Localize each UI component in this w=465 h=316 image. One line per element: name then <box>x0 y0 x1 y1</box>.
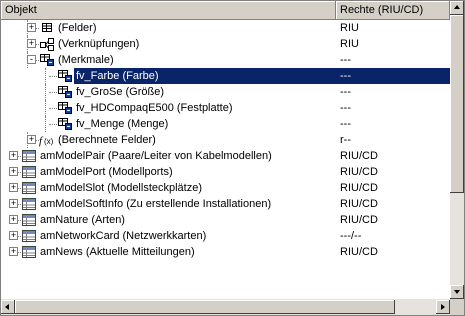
tree-row-label[interactable]: amModelPort (Modellports) <box>38 164 175 180</box>
collapse-icon[interactable]: - <box>27 55 36 64</box>
tree-row[interactable]: + amNews (Aktuelle Mitteilungen) RIU/CD <box>1 244 450 260</box>
tree-row-label[interactable]: amModelSoftInfo (Zu erstellende Installa… <box>38 196 273 212</box>
feature-value-icon <box>57 69 73 83</box>
tree-row[interactable]: fv_Farbe (Farbe) --- <box>1 68 450 84</box>
table-icon <box>21 165 37 179</box>
tree-row-rights: r-- <box>340 134 351 146</box>
tree-connector-line <box>49 124 57 125</box>
tree-row-label[interactable]: amModelSlot (Modellsteckplätze) <box>38 180 204 196</box>
tree-row[interactable]: + amNature (Arten) RIU/CD <box>1 212 450 228</box>
tree-row[interactable]: + (Verknüpfungen) RIU <box>1 36 450 52</box>
tree-row-label[interactable]: fv_Menge (Menge) <box>74 116 170 132</box>
tree-row-label[interactable]: amModelPair (Paare/Leiter von Kabelmodel… <box>38 148 274 164</box>
tree-row-label[interactable]: amNews (Aktuelle Mitteilungen) <box>38 244 197 260</box>
tree-row[interactable]: fv_HDCompaqE500 (Festplatte) --- <box>1 100 450 116</box>
scroll-right-button[interactable] <box>436 300 450 314</box>
expand-icon[interactable]: + <box>27 23 36 32</box>
tree-row-label[interactable]: fv_Farbe (Farbe) <box>74 68 340 84</box>
tree-row[interactable]: + amModelSoftInfo (Zu erstellende Install… <box>1 196 450 212</box>
tree-connector-line <box>45 100 46 116</box>
tree-row-label[interactable]: amNetworkCard (Netzwerkkarten) <box>38 228 208 244</box>
expand-icon[interactable]: + <box>9 215 18 224</box>
tree-row[interactable]: + amModelPair (Paare/Leiter von Kabelmode… <box>1 148 450 164</box>
tree-row-label[interactable]: amNature (Arten) <box>38 212 127 228</box>
tree-row[interactable]: + amModelSlot (Modellsteckplätze) RIU/CD <box>1 180 450 196</box>
selection-highlight <box>336 68 450 84</box>
column-header-object[interactable]: Objekt <box>1 1 336 19</box>
svg-text:(x): (x) <box>44 137 54 146</box>
tree-row-rights: --- <box>340 54 351 66</box>
arrow-left-icon <box>5 304 9 310</box>
scroll-left-button[interactable] <box>1 300 15 314</box>
tree-row-rights: --- <box>340 86 351 98</box>
arrow-right-icon <box>441 304 445 310</box>
tree-row[interactable]: - (Merkmale) --- <box>1 52 450 68</box>
tree-connector-line <box>45 116 46 132</box>
expand-icon[interactable]: + <box>27 39 36 48</box>
expand-icon[interactable]: + <box>9 199 18 208</box>
feature-value-icon <box>57 85 73 99</box>
feature-value-icon <box>57 101 73 115</box>
tree-row[interactable]: fv_Menge (Menge) --- <box>1 116 450 132</box>
feature-value-icon <box>57 117 73 131</box>
expand-icon[interactable]: + <box>9 167 18 176</box>
tree-row[interactable]: + amNetworkCard (Netzwerkkarten) ---/-- <box>1 228 450 244</box>
tree-row[interactable]: + amModelPort (Modellports) RIU/CD <box>1 164 450 180</box>
table-icon <box>21 229 37 243</box>
tree-row-rights: RIU/CD <box>340 214 378 226</box>
tree-row-rights: --- <box>340 102 351 114</box>
tree-list-view[interactable]: Objekt Rechte (RIU/CD) + (Felder) RIU + (Ver… <box>0 0 465 316</box>
expand-icon[interactable]: + <box>9 247 18 256</box>
tree-row-rights: RIU/CD <box>340 198 378 210</box>
arrow-up-icon <box>454 5 460 9</box>
tree-row[interactable]: + f (x) (Berechnete Felder) r-- <box>1 132 450 148</box>
tree-row-rights: RIU <box>340 38 359 50</box>
scrollbar-corner <box>450 299 464 315</box>
column-header-rights[interactable]: Rechte (RIU/CD) <box>336 1 450 19</box>
expand-icon[interactable]: + <box>27 135 36 144</box>
vertical-scrollbar[interactable] <box>450 1 464 299</box>
tree-connector-line <box>49 108 57 109</box>
tree-row-label[interactable]: (Merkmale) <box>56 52 116 68</box>
tree-row-rights: RIU/CD <box>340 182 378 194</box>
table-icon <box>21 197 37 211</box>
tree-row-rights: RIU/CD <box>340 246 378 258</box>
horizontal-scroll-thumb[interactable] <box>15 300 395 314</box>
tree-row-label[interactable]: (Verknüpfungen) <box>56 36 141 52</box>
tree-row-rights: --- <box>340 70 351 82</box>
tree-row[interactable]: fv_GroSe (Größe) --- <box>1 84 450 100</box>
tree-connector-line <box>49 76 57 77</box>
tree-row-rights: RIU/CD <box>340 166 378 178</box>
scroll-up-button[interactable] <box>450 1 464 15</box>
expand-icon[interactable]: + <box>9 183 18 192</box>
tree-row-rights: RIU/CD <box>340 150 378 162</box>
vertical-scroll-thumb[interactable] <box>450 15 464 193</box>
tree-row-rights: RIU <box>340 22 359 34</box>
expand-icon[interactable]: + <box>9 231 18 240</box>
tree-connector-line <box>49 92 57 93</box>
arrow-down-icon <box>454 290 460 294</box>
tree-connector-line <box>45 68 46 84</box>
tree-row-label[interactable]: (Felder) <box>56 20 99 36</box>
tree-connector-line <box>45 84 46 100</box>
fields-icon <box>39 21 55 35</box>
table-icon <box>21 181 37 195</box>
tree-row-label[interactable]: fv_GroSe (Größe) <box>74 84 166 100</box>
table-icon <box>21 213 37 227</box>
tree-row-label[interactable]: (Berechnete Felder) <box>56 132 158 148</box>
tree-row-rights: --- <box>340 118 351 130</box>
horizontal-scrollbar[interactable] <box>1 299 450 315</box>
expand-icon[interactable]: + <box>9 151 18 160</box>
links-icon <box>39 37 55 51</box>
tree-rows: + (Felder) RIU + (Verknüpfungen) RIU - (Merkmal… <box>1 20 450 299</box>
column-header: Objekt Rechte (RIU/CD) <box>1 1 450 20</box>
calculated-fields-icon: f (x) <box>39 133 55 147</box>
features-icon <box>39 53 55 67</box>
tree-row-label[interactable]: fv_HDCompaqE500 (Festplatte) <box>74 100 235 116</box>
tree-row-rights: ---/-- <box>340 230 362 242</box>
table-icon <box>21 149 37 163</box>
scroll-down-button[interactable] <box>450 285 464 299</box>
tree-row[interactable]: + (Felder) RIU <box>1 20 450 36</box>
table-icon <box>21 245 37 259</box>
